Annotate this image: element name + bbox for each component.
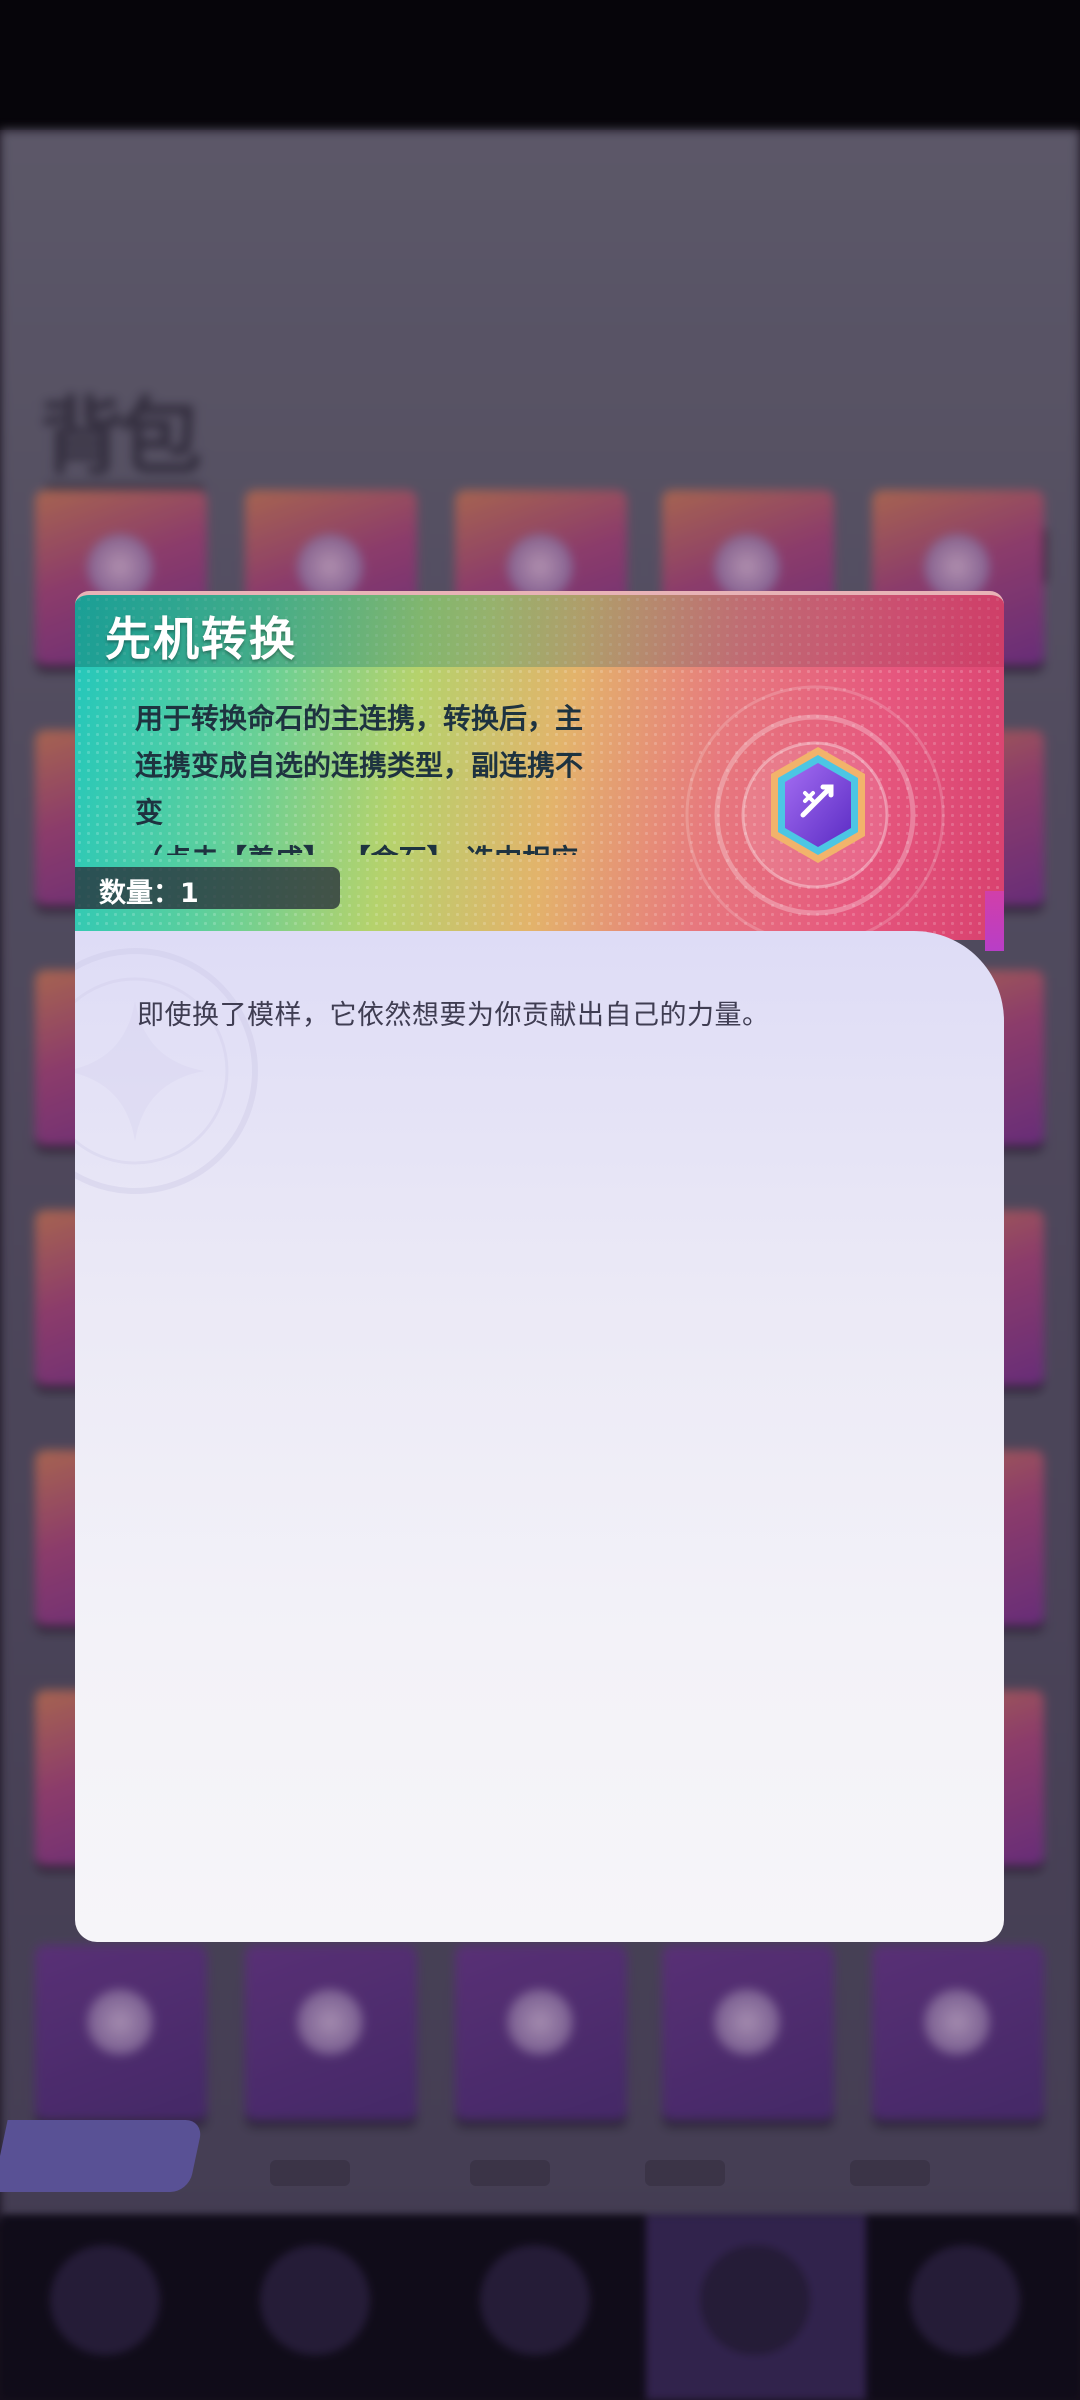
card-header: 先机转换 用于转换命石的主连携，转换后，主 连携变成自选的连携类型，副连携不 变…: [75, 591, 1004, 940]
corner-accent: [985, 891, 1004, 951]
item-title: 先机转换: [105, 612, 297, 666]
flavor-text: 即使换了模样，它依然想要为你贡献出自己的力量。: [137, 1000, 770, 1031]
description-line: 连携变成自选的连携类型，副连携不: [135, 749, 584, 782]
description-line: （点击【养成】-【命石】-选中相应: [135, 836, 655, 855]
quantity-label: 数量：: [99, 878, 180, 909]
quantity-value: 1: [180, 878, 199, 909]
description-line: 变: [135, 796, 164, 829]
item-description[interactable]: 用于转换命石的主连携，转换后，主 连携变成自选的连携类型，副连携不 变 （点击【…: [135, 695, 655, 855]
quantity-badge: 数量：1: [75, 867, 340, 909]
hexagon-conversion-icon: [771, 747, 865, 863]
description-line: 用于转换命石的主连携，转换后，主: [135, 702, 584, 735]
star-watermark-icon: [75, 948, 258, 1194]
item-detail-card: 先机转换 用于转换命石的主连携，转换后，主 连携变成自选的连携类型，副连携不 变…: [75, 591, 1004, 1942]
card-body: 即使换了模样，它依然想要为你贡献出自己的力量。: [75, 931, 1004, 1942]
